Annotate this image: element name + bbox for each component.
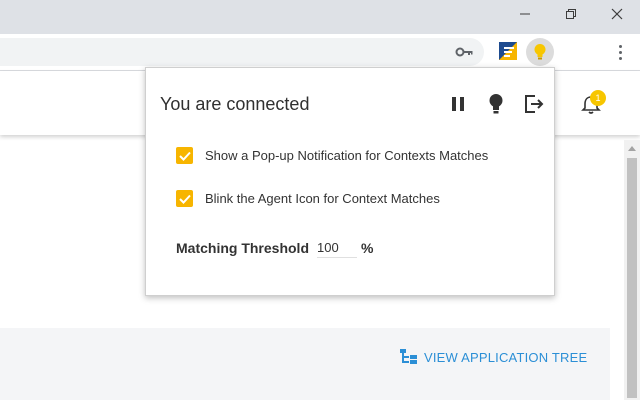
option-blink-agent-icon[interactable]: Blink the Agent Icon for Context Matches [176,190,440,207]
minimize-icon [520,13,530,15]
blink-agent-label: Blink the Agent Icon for Context Matches [205,191,440,206]
pause-icon [452,97,464,111]
checkmark-icon [178,151,191,161]
address-bar[interactable] [0,38,484,66]
kebab-menu-icon[interactable] [610,40,630,64]
pause-button[interactable] [446,92,470,116]
lightbulb-extension-icon [534,44,546,60]
extension-popup: You are connected Show a Pop-up Notifica… [145,67,555,296]
matching-threshold-row: Matching Threshold % [176,238,373,258]
scroll-up-arrow-icon[interactable] [628,146,636,151]
tree-icon [400,349,417,364]
page-scrollbar[interactable] [624,140,640,400]
threshold-unit: % [361,240,374,256]
close-button[interactable] [594,0,640,28]
notification-count-badge: 1 [590,90,606,106]
blink-agent-checkbox[interactable] [176,190,193,207]
content-panel: VIEW APPLICATION TREE [0,328,610,400]
matching-threshold-input[interactable] [317,238,357,258]
view-application-tree-label: VIEW APPLICATION TREE [424,349,588,365]
matching-threshold-label: Matching Threshold [176,240,309,256]
lightbulb-icon [489,94,503,114]
key-icon[interactable] [454,42,474,62]
close-icon [611,8,623,20]
view-application-tree-link[interactable]: VIEW APPLICATION TREE [400,349,587,365]
logout-icon [525,95,544,113]
title-bar [0,0,640,34]
popup-title: You are connected [160,94,310,114]
checkmark-icon [178,194,191,204]
lightbulb-extension-button[interactable] [526,38,554,66]
minimize-button[interactable] [502,0,548,28]
popup-actions [446,92,546,116]
scroll-thumb[interactable] [627,158,637,398]
popup-notification-checkbox[interactable] [176,147,193,164]
option-popup-notification[interactable]: Show a Pop-up Notification for Contexts … [176,147,488,164]
browser-toolbar [0,34,640,71]
restore-button[interactable] [548,0,594,28]
restore-icon [566,9,576,19]
agent-extension-icon[interactable] [498,41,518,61]
popup-notification-label: Show a Pop-up Notification for Contexts … [205,148,489,163]
logout-button[interactable] [522,92,546,116]
lightbulb-button[interactable] [484,92,508,116]
